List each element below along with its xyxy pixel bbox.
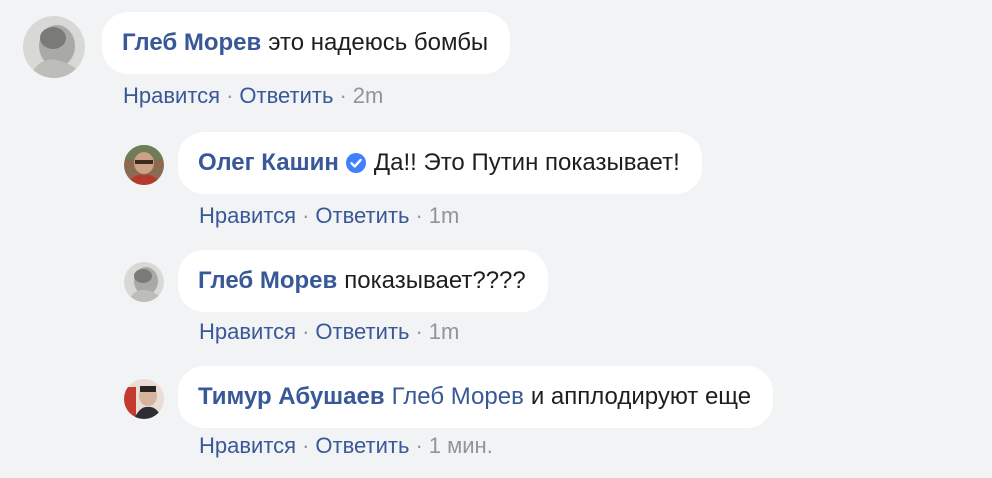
reply-link[interactable]: Ответить: [315, 203, 409, 228]
person-photo-icon: [124, 379, 164, 419]
separator-dot: ·: [415, 433, 423, 458]
comment-actions: Нравится · Ответить · 1m: [199, 205, 459, 227]
comment-author[interactable]: Тимур Абушаев: [198, 385, 385, 409]
comment-actions: Нравится · Ответить · 1 мин.: [199, 435, 493, 457]
separator-dot: ·: [302, 203, 310, 228]
separator-dot: ·: [339, 83, 347, 108]
avatar[interactable]: [124, 145, 164, 185]
comment-author[interactable]: Глеб Морев: [198, 269, 337, 293]
mention-link[interactable]: Глеб Морев: [392, 385, 524, 409]
person-photo-icon: [23, 16, 85, 78]
separator-dot: ·: [302, 433, 310, 458]
comment-bubble: Олег Кашин Да!! Это Путин показывает!: [178, 132, 702, 194]
comment-time[interactable]: 1m: [429, 203, 460, 228]
separator-dot: ·: [302, 319, 310, 344]
like-link[interactable]: Нравится: [123, 83, 220, 108]
comment-actions: Нравится · Ответить · 2m: [123, 85, 383, 107]
separator-dot: ·: [415, 203, 423, 228]
reply-link[interactable]: Ответить: [315, 319, 409, 344]
comment-time[interactable]: 1m: [429, 319, 460, 344]
comment-time[interactable]: 2m: [353, 83, 384, 108]
comment-text: и апплодируют еще: [530, 383, 752, 410]
comment-text: Да!! Это Путин показывает!: [373, 149, 680, 176]
comment-bubble: Глеб Морев это надеюсь бомбы: [102, 12, 511, 74]
like-link[interactable]: Нравится: [199, 433, 296, 458]
comment-bubble: Тимур Абушаев Глеб Морев и апплодируют еще: [178, 366, 774, 428]
comment-text: показывает????: [344, 267, 526, 294]
comment-time[interactable]: 1 мин.: [429, 433, 493, 458]
like-link[interactable]: Нравится: [199, 203, 296, 228]
comment-text: это надеюсь бомбы: [268, 29, 489, 56]
verified-badge-icon: [345, 152, 367, 174]
avatar[interactable]: [124, 379, 164, 419]
comment-author[interactable]: Олег Кашин: [198, 151, 339, 175]
avatar[interactable]: [23, 16, 85, 78]
reply-link[interactable]: Ответить: [239, 83, 333, 108]
comment-bubble: Глеб Морев показывает????: [178, 250, 548, 312]
comment-author[interactable]: Глеб Морев: [122, 31, 261, 55]
separator-dot: ·: [226, 83, 234, 108]
comment-actions: Нравится · Ответить · 1m: [199, 321, 459, 343]
person-photo-icon: [124, 262, 164, 302]
avatar[interactable]: [124, 262, 164, 302]
separator-dot: ·: [415, 319, 423, 344]
reply-link[interactable]: Ответить: [315, 433, 409, 458]
like-link[interactable]: Нравится: [199, 319, 296, 344]
person-photo-icon: [124, 145, 164, 185]
